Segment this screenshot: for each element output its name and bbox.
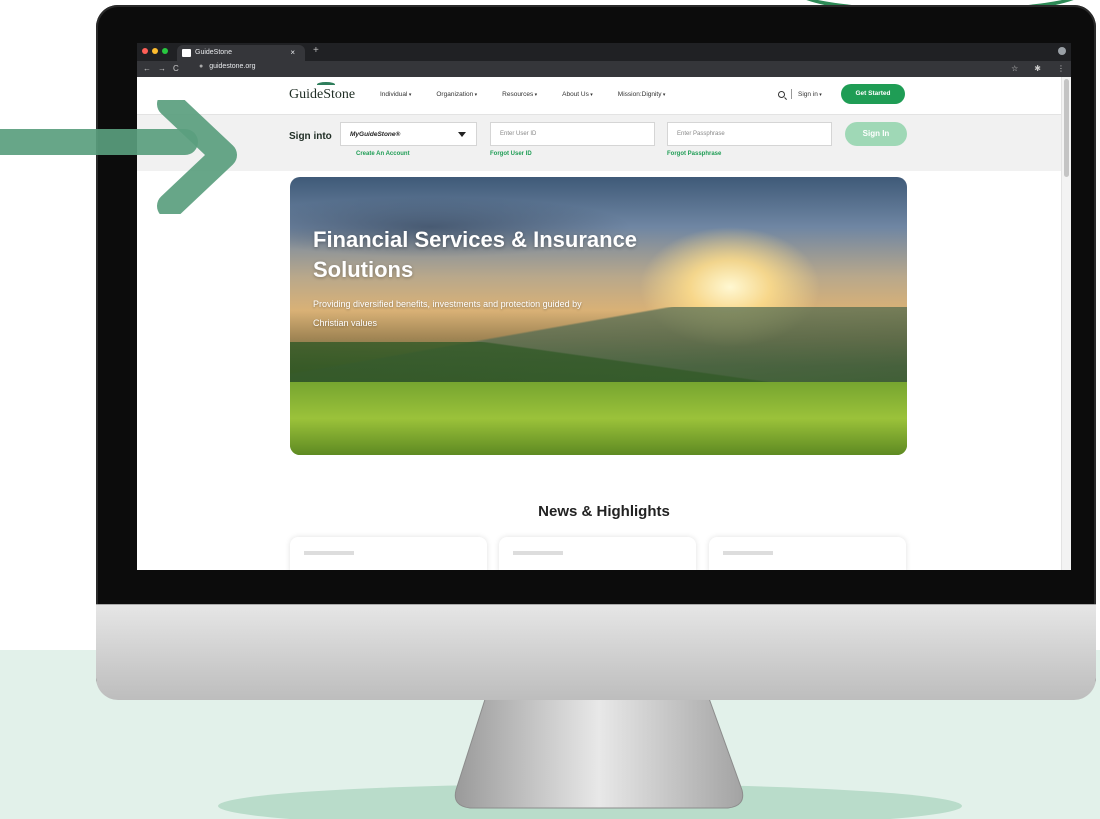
main-nav: Individual Organization Resources About … xyxy=(380,91,665,98)
news-card-label xyxy=(723,551,773,555)
close-tab-icon[interactable]: × xyxy=(290,48,295,57)
marketing-composition: GuideStone × + ← → C ● guidestone.org ☆ … xyxy=(0,0,1100,819)
news-section-title: News & Highlights xyxy=(538,503,670,520)
page-scrollbar[interactable] xyxy=(1061,77,1071,570)
profile-icon[interactable] xyxy=(1058,47,1066,55)
sign-in-menu[interactable]: Sign in xyxy=(798,91,822,98)
scrollbar-thumb[interactable] xyxy=(1064,79,1069,177)
news-card[interactable] xyxy=(290,537,487,570)
browser-tab-bar: GuideStone × + xyxy=(137,43,1071,61)
tab-title: GuideStone xyxy=(195,49,232,56)
get-started-button[interactable]: Get Started xyxy=(841,84,905,104)
create-account-link[interactable]: Create An Account xyxy=(356,151,410,157)
window-controls xyxy=(142,48,168,54)
new-tab-button[interactable]: + xyxy=(313,45,319,56)
forgot-passphrase-link[interactable]: Forgot Passphrase xyxy=(667,151,721,157)
guidestone-logo-mark-icon xyxy=(317,82,335,87)
sign-in-bar: Sign into MyGuideStone® Create An Accoun… xyxy=(137,114,1071,171)
header-utilities: Sign in xyxy=(778,89,822,99)
forgot-user-id-link[interactable]: Forgot User ID xyxy=(490,151,532,157)
user-id-input[interactable]: Enter User ID xyxy=(490,122,655,146)
guidestone-page: GuideStone Individual Organization Resou… xyxy=(137,77,1071,570)
guidestone-favicon-icon xyxy=(182,49,191,57)
account-type-select[interactable]: MyGuideStone® xyxy=(340,122,477,146)
reload-icon[interactable]: C xyxy=(173,64,179,73)
passphrase-input[interactable]: Enter Passphrase xyxy=(667,122,832,146)
monitor-chin xyxy=(96,604,1096,700)
hero-title: Financial Services & Insurance Solutions xyxy=(313,227,638,282)
extensions-icon[interactable]: ✱ xyxy=(1034,64,1041,73)
maximize-window-dot[interactable] xyxy=(162,48,168,54)
guidestone-logo[interactable]: GuideStone xyxy=(289,87,355,103)
close-window-dot[interactable] xyxy=(142,48,148,54)
nav-organization[interactable]: Organization xyxy=(436,91,477,98)
nav-individual[interactable]: Individual xyxy=(380,91,411,98)
header-divider xyxy=(791,89,792,99)
account-type-value: MyGuideStone® xyxy=(350,131,401,138)
news-card[interactable] xyxy=(709,537,906,570)
news-card-label xyxy=(304,551,354,555)
sign-into-label: Sign into xyxy=(289,131,332,142)
sign-in-button[interactable]: Sign In xyxy=(845,122,907,146)
nav-about-us[interactable]: About Us xyxy=(562,91,593,98)
hero-banner: Financial Services & Insurance Solutions… xyxy=(290,177,907,455)
site-header: GuideStone Individual Organization Resou… xyxy=(137,77,1071,114)
lock-icon: ● xyxy=(199,63,204,70)
browser-window: GuideStone × + ← → C ● guidestone.org ☆ … xyxy=(137,43,1071,570)
bookmark-star-icon[interactable]: ☆ xyxy=(1011,64,1018,73)
address-bar: ← → C ● guidestone.org ☆ ✱ ⋮ xyxy=(137,61,1071,77)
search-icon[interactable] xyxy=(778,90,785,98)
hero-meadow xyxy=(290,382,907,455)
nav-resources[interactable]: Resources xyxy=(502,91,537,98)
news-card[interactable] xyxy=(499,537,696,570)
url-field[interactable]: ● guidestone.org xyxy=(199,63,256,70)
url-text: guidestone.org xyxy=(209,63,256,70)
nav-mission-dignity[interactable]: Mission:Dignity xyxy=(618,91,666,98)
browser-menu-icon[interactable]: ⋮ xyxy=(1057,64,1065,73)
back-arrow-icon[interactable]: ← xyxy=(143,64,151,73)
forward-arrow-icon[interactable]: → xyxy=(158,64,166,73)
callout-arrow-icon xyxy=(0,100,237,214)
news-card-label xyxy=(513,551,563,555)
dropdown-caret-icon xyxy=(458,132,466,137)
minimize-window-dot[interactable] xyxy=(152,48,158,54)
browser-tab[interactable]: GuideStone × xyxy=(177,45,305,61)
hero-subtitle: Providing diversified benefits, investme… xyxy=(313,299,582,328)
browser-actions: ☆ ✱ ⋮ xyxy=(1011,64,1065,73)
